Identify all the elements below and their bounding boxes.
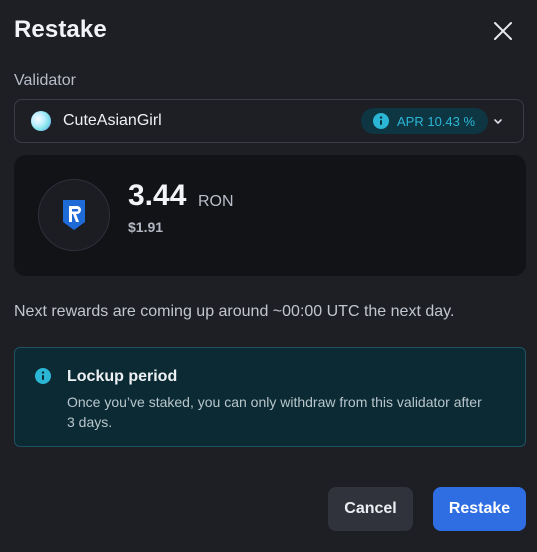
stake-amount-usd: $1.91 — [128, 219, 164, 235]
validator-name: CuteAsianGirl — [63, 112, 162, 129]
apr-text: APR 10.43 % — [397, 113, 476, 129]
rewards-note: Next rewards are coming up around ~00:00… — [14, 303, 455, 320]
stake-amount-value: 3.44 — [128, 179, 187, 212]
stake-amount-card: 3.44 RON $1.91 — [14, 155, 526, 276]
ronin-logo-icon — [63, 200, 85, 230]
info-icon — [35, 368, 51, 384]
close-icon — [494, 22, 512, 40]
chevron-down-icon — [494, 119, 502, 124]
info-icon — [373, 113, 389, 129]
notice-title: Lockup period — [67, 368, 178, 385]
validator-avatar — [31, 111, 51, 131]
apr-badge: APR 10.43 % — [361, 108, 489, 134]
validator-dropdown[interactable]: CuteAsianGirl APR 10.43 % — [14, 99, 524, 143]
dialog-title: Restake — [14, 16, 107, 43]
restake-button[interactable]: Restake — [433, 487, 526, 531]
cancel-button[interactable]: Cancel — [328, 487, 413, 531]
stake-amount-unit: RON — [198, 193, 234, 210]
notice-body: Once you’ve staked, you can only withdra… — [67, 394, 482, 430]
lockup-notice: Lockup period Once you’ve staked, you ca… — [14, 347, 526, 447]
validator-label: Validator — [14, 72, 76, 89]
ronin-token-icon — [38, 179, 110, 251]
close-button[interactable] — [490, 18, 516, 44]
